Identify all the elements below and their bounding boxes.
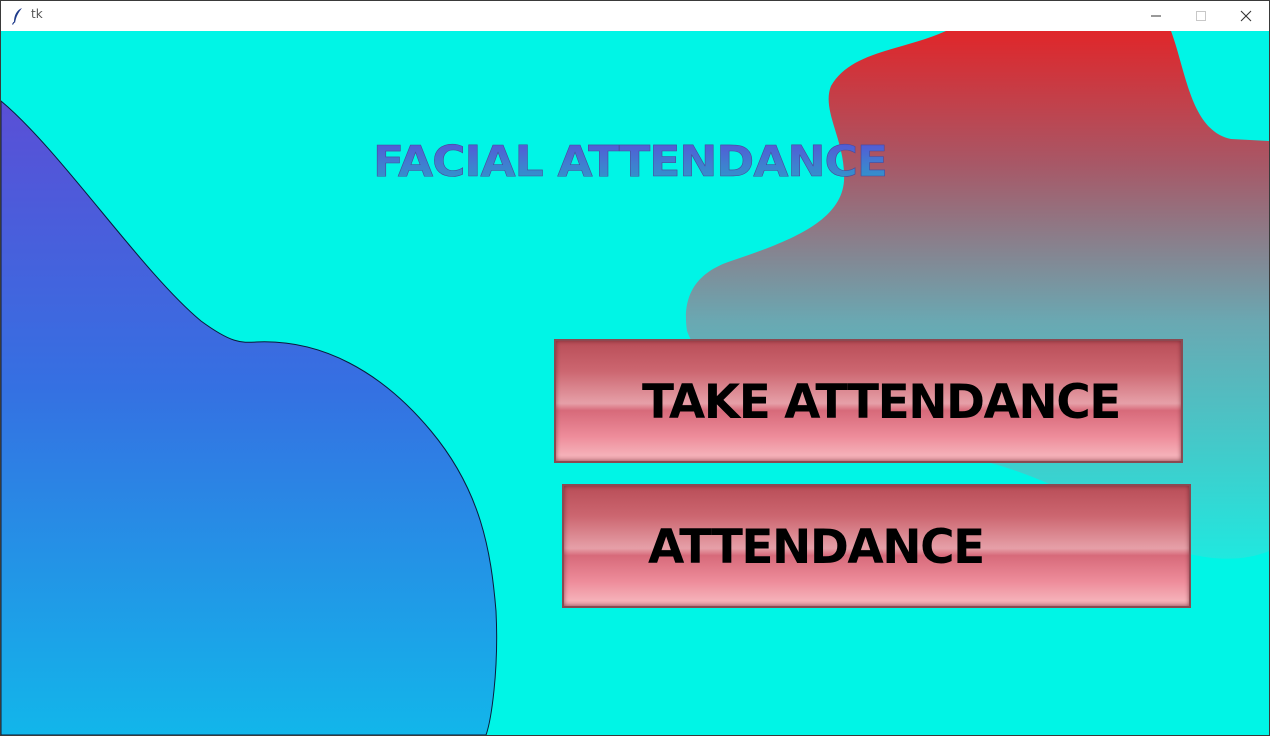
title-bar[interactable]: tk bbox=[1, 0, 1269, 31]
tk-feather-icon bbox=[11, 8, 22, 25]
attendance-label: ATTENDANCE bbox=[648, 520, 985, 575]
page-title-text: FACIAL ATTENDANCE bbox=[373, 137, 887, 187]
maximize-button[interactable] bbox=[1178, 1, 1224, 31]
attendance-button[interactable]: ATTENDANCE bbox=[562, 484, 1191, 608]
close-icon bbox=[1240, 10, 1252, 22]
app-window: tk FACIAL ATTENDANCE TAKE ATTENDANCE ATT… bbox=[0, 0, 1270, 736]
main-canvas: FACIAL ATTENDANCE TAKE ATTENDANCE ATTEND… bbox=[1, 31, 1269, 735]
right-blob bbox=[685, 31, 1269, 559]
left-blob bbox=[1, 100, 498, 735]
close-button[interactable] bbox=[1223, 1, 1269, 31]
take-attendance-label: TAKE ATTENDANCE bbox=[642, 375, 1121, 430]
minimize-button[interactable] bbox=[1133, 1, 1179, 31]
maximize-icon bbox=[1196, 11, 1206, 21]
take-attendance-button[interactable]: TAKE ATTENDANCE bbox=[554, 339, 1183, 463]
page-title: FACIAL ATTENDANCE bbox=[373, 137, 889, 188]
window-title: tk bbox=[31, 7, 43, 21]
minimize-icon bbox=[1151, 15, 1161, 17]
